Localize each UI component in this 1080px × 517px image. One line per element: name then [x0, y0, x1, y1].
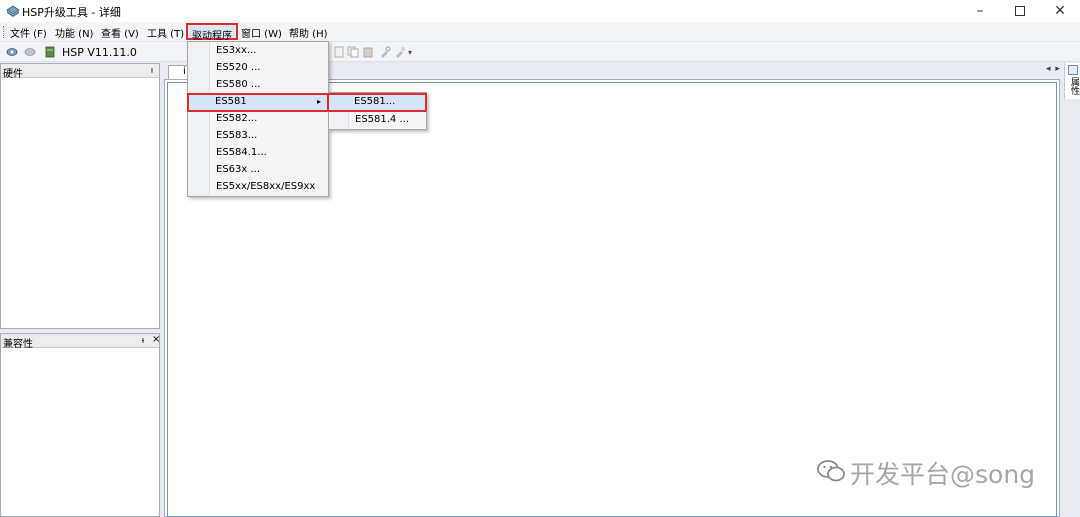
- submenu-item-es581-4[interactable]: ES581.4 ...: [330, 112, 426, 129]
- compat-pane-title: 兼容性: [3, 339, 33, 350]
- menu-function[interactable]: 功能 (N): [55, 25, 93, 40]
- menu-tools[interactable]: 工具 (T): [147, 25, 184, 40]
- paste-icon[interactable]: [362, 46, 374, 58]
- properties-icon: [1068, 65, 1078, 75]
- hardware-pane-header: 硬件 ᵼ: [1, 64, 159, 80]
- close-icon[interactable]: ×: [152, 334, 160, 345]
- menu-item-label: ES581: [215, 96, 247, 107]
- watermark-text: 开发平台@song: [850, 460, 1036, 489]
- menu-item-es63x[interactable]: ES63x ...: [189, 162, 327, 179]
- connect-icon[interactable]: [6, 46, 18, 58]
- menu-help[interactable]: 帮助 (H): [289, 25, 328, 40]
- driver-dropdown-menu: ES3xx... ES520 ... ES580 ... ES581 ▸ ES5…: [187, 41, 329, 197]
- hardware-pane-title: 硬件: [3, 69, 23, 80]
- menu-view[interactable]: 查看 (V): [101, 25, 139, 40]
- app-icon: [6, 5, 20, 17]
- menu-item-label: ES583...: [216, 130, 258, 141]
- close-icon: ✕: [1054, 3, 1066, 19]
- maximize-icon: [1015, 6, 1025, 16]
- menu-driver[interactable]: 驱动程序: [186, 23, 238, 42]
- properties-side-tab[interactable]: 属性: [1064, 63, 1080, 99]
- menu-item-es3xx[interactable]: ES3xx...: [189, 43, 327, 60]
- toolbar: HSP V11.11.0 ▾: [0, 42, 1080, 62]
- maximize-button[interactable]: [1000, 0, 1040, 22]
- document-tab-label: i: [183, 66, 186, 77]
- settings-icon[interactable]: [394, 46, 406, 58]
- menu-item-label: ES3xx...: [216, 45, 257, 56]
- tab-nav-arrows-icon[interactable]: ◂ ▸: [1046, 64, 1061, 74]
- es581-submenu: ES581... ES581.4 ...: [327, 92, 427, 130]
- minimize-icon: –: [976, 3, 984, 19]
- compat-pane: 兼容性 ᵼ ×: [0, 333, 160, 517]
- device-icon[interactable]: [44, 46, 56, 58]
- document-tab[interactable]: i: [168, 65, 188, 79]
- menu-item-es584[interactable]: ES584.1...: [189, 145, 327, 162]
- menu-item-es5xx-es8xx-es9xx[interactable]: ES5xx/ES8xx/ES9xx: [189, 179, 327, 196]
- title-bar: HSP升级工具 - 详细 – ✕: [0, 0, 1080, 22]
- menu-item-label: ES584.1...: [216, 147, 267, 158]
- pin-icon[interactable]: ᵼ: [142, 335, 144, 346]
- menu-grip-icon: [3, 26, 5, 38]
- version-label: HSP V11.11.0: [62, 46, 137, 59]
- menu-bar: 文件 (F) 功能 (N) 查看 (V) 工具 (T) 驱动程序 窗口 (W) …: [0, 22, 1080, 42]
- copy-icon[interactable]: [347, 46, 359, 58]
- pin-icon[interactable]: ᵼ: [151, 65, 153, 76]
- menu-file[interactable]: 文件 (F): [10, 25, 47, 40]
- menu-item-label: ES5xx/ES8xx/ES9xx: [216, 181, 316, 192]
- menu-item-label: ES580 ...: [216, 79, 261, 90]
- menu-item-label: ES582...: [216, 113, 258, 124]
- compat-pane-header: 兼容性 ᵼ ×: [1, 334, 160, 350]
- wechat-watermark-icon: [817, 460, 845, 482]
- disconnect-icon[interactable]: [24, 46, 36, 58]
- menu-item-es580[interactable]: ES580 ...: [189, 77, 327, 94]
- menu-item-es583[interactable]: ES583...: [189, 128, 327, 145]
- tool-icon[interactable]: [379, 46, 391, 58]
- menu-item-label: ES581...: [354, 96, 396, 107]
- menu-item-label: ES63x ...: [216, 164, 261, 175]
- menu-item-es582[interactable]: ES582...: [189, 111, 327, 128]
- window-title: HSP升级工具 - 详细: [22, 6, 121, 19]
- submenu-arrow-icon: ▸: [317, 97, 322, 106]
- menu-item-es520[interactable]: ES520 ...: [189, 60, 327, 77]
- menu-item-label: ES581.4 ...: [355, 114, 410, 125]
- properties-tab-label: 属性: [1069, 77, 1079, 95]
- close-button[interactable]: ✕: [1040, 0, 1080, 22]
- toolbar-overflow-icon[interactable]: ▾: [408, 48, 412, 57]
- menu-item-label: ES520 ...: [216, 62, 261, 73]
- document-icon[interactable]: [333, 46, 345, 58]
- hardware-pane: 硬件 ᵼ: [0, 63, 160, 329]
- submenu-item-es581[interactable]: ES581...: [327, 93, 427, 112]
- minimize-button[interactable]: –: [960, 0, 1000, 22]
- menu-item-es581[interactable]: ES581 ▸: [187, 93, 329, 112]
- menu-window[interactable]: 窗口 (W): [241, 25, 282, 40]
